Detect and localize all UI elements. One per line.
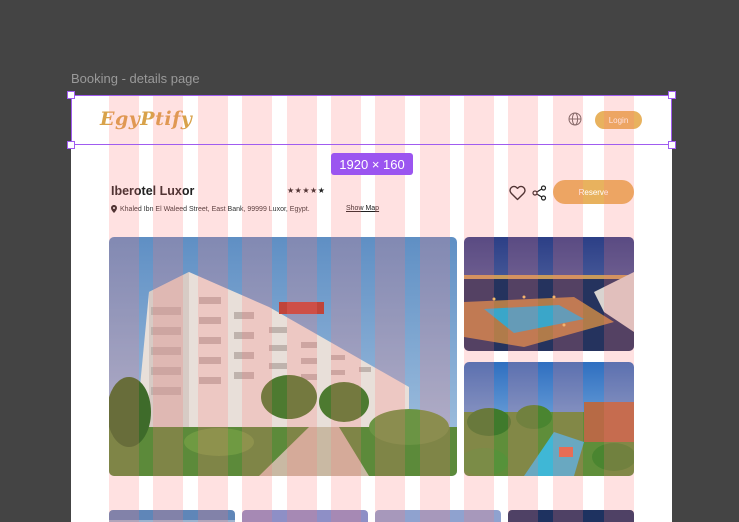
login-button[interactable]: Login (595, 111, 642, 129)
globe-icon[interactable] (568, 112, 582, 126)
reserve-button[interactable]: Reserve (553, 180, 634, 204)
star-rating: ★★★★★ (287, 186, 326, 195)
gallery-thumbnail[interactable] (242, 510, 368, 522)
gallery-thumbnail[interactable] (375, 510, 501, 522)
hotel-building-photo[interactable] (109, 237, 457, 476)
nile-pool-deck-photo[interactable] (464, 237, 634, 351)
selection-dimensions-badge: 1920 × 160 (331, 153, 413, 175)
show-map-link[interactable]: Show Map (346, 205, 379, 212)
resort-pool-palms-photo[interactable] (464, 362, 634, 476)
hotel-name: Iberotel Luxor (111, 184, 195, 198)
gallery-thumbnail[interactable] (508, 510, 634, 522)
location-pin-icon (111, 205, 117, 213)
gallery-thumbnail[interactable] (109, 510, 235, 522)
heart-icon[interactable] (509, 185, 526, 201)
frame-title[interactable]: Booking - details page (71, 71, 200, 86)
address-row: Khaled Ibn El Waleed Street, East Bank, … (111, 205, 310, 213)
hotel-address: Khaled Ibn El Waleed Street, East Bank, … (120, 205, 310, 213)
share-icon[interactable] (532, 185, 547, 201)
site-header: EgyPtify Login (71, 95, 672, 145)
brand-logo[interactable]: EgyPtify (100, 108, 192, 130)
